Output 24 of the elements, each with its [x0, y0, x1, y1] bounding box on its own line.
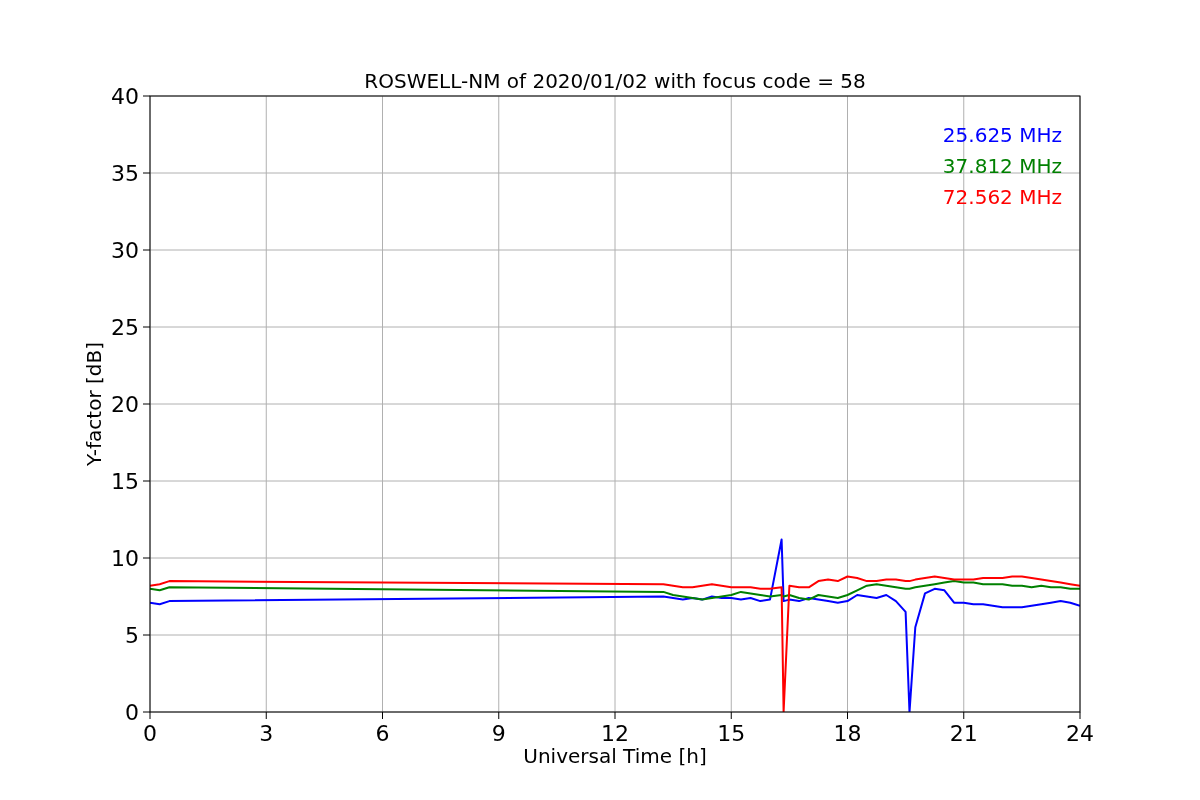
x-tick-label: 12: [601, 721, 629, 746]
y-tick-label: 5: [125, 623, 139, 648]
x-tick-label: 6: [375, 721, 390, 746]
legend-label: 25.625 MHz: [942, 123, 1062, 147]
y-tick-label: 10: [111, 546, 139, 571]
x-tick-label: 24: [1066, 721, 1094, 746]
y-tick-label: 0: [125, 700, 139, 725]
chart-title: ROSWELL-NM of 2020/01/02 with focus code = 58: [364, 69, 866, 93]
x-tick-label: 9: [491, 721, 506, 746]
legend-label: 72.562 MHz: [942, 185, 1062, 209]
y-tick-label: 35: [111, 161, 139, 186]
x-tick-label: 15: [717, 721, 746, 746]
x-tick-label: 18: [833, 721, 862, 746]
x-tick-label: 3: [259, 721, 274, 746]
y-tick-label: 25: [111, 315, 139, 340]
y-tick-label: 15: [111, 469, 139, 494]
y-axis-label: Y-factor [dB]: [82, 342, 106, 466]
x-tick-label: 21: [949, 721, 978, 746]
legend-label: 37.812 MHz: [942, 154, 1062, 178]
y-tick-label: 30: [111, 238, 139, 263]
y-tick-label: 40: [111, 84, 139, 109]
y-tick-label: 20: [111, 392, 139, 417]
x-axis-label: Universal Time [h]: [523, 744, 707, 768]
x-tick-label: 0: [143, 721, 157, 746]
